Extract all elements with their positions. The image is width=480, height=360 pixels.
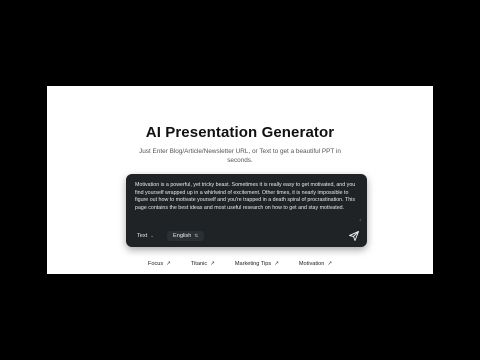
language-select-value: English [173, 233, 192, 239]
arrow-up-right-icon: ↗ [327, 261, 333, 267]
suggestion-marketing-tips[interactable]: Marketing Tips ↗ [225, 261, 289, 267]
suggestion-list: Focus ↗ Titanic ↗ Marketing Tips ↗ Motiv… [47, 261, 433, 267]
page-subtitle: Just Enter Blog/Article/Newsletter URL, … [139, 148, 341, 164]
suggestion-label: Motivation [298, 261, 325, 267]
suggestion-label: Focus [147, 261, 164, 267]
language-select[interactable]: English ⇅ [167, 231, 205, 241]
input-controls: Text ⌄ English ⇅ [133, 231, 205, 241]
page-title: AI Presentation Generator [145, 124, 335, 141]
arrow-up-right-icon: ↗ [274, 261, 279, 267]
arrow-up-right-icon: ↗ [210, 261, 215, 267]
suggestion-motivation[interactable]: Motivation ↗ [289, 261, 342, 267]
mode-select-value: Text [137, 233, 148, 239]
page-content: AI Presentation Generator Just Enter Blo… [47, 86, 433, 274]
up-down-chevron-icon: ⇅ [194, 233, 199, 238]
arrow-up-right-icon: ↗ [166, 261, 171, 267]
resize-handle-icon[interactable]: ⌟ [359, 217, 362, 222]
send-icon[interactable] [348, 230, 360, 242]
mode-select[interactable]: Text ⌄ [133, 231, 158, 241]
suggestion-titanic[interactable]: Titanic ↗ [181, 261, 225, 267]
prompt-input-card: Motivation is a powerful, yet tricky bea… [126, 174, 367, 247]
chevron-down-icon: ⌄ [150, 233, 155, 238]
suggestion-label: Titanic [190, 261, 208, 267]
suggestion-focus[interactable]: Focus ↗ [138, 261, 181, 267]
prompt-textarea[interactable]: Motivation is a powerful, yet tricky bea… [135, 182, 357, 212]
suggestion-label: Marketing Tips [234, 261, 272, 267]
